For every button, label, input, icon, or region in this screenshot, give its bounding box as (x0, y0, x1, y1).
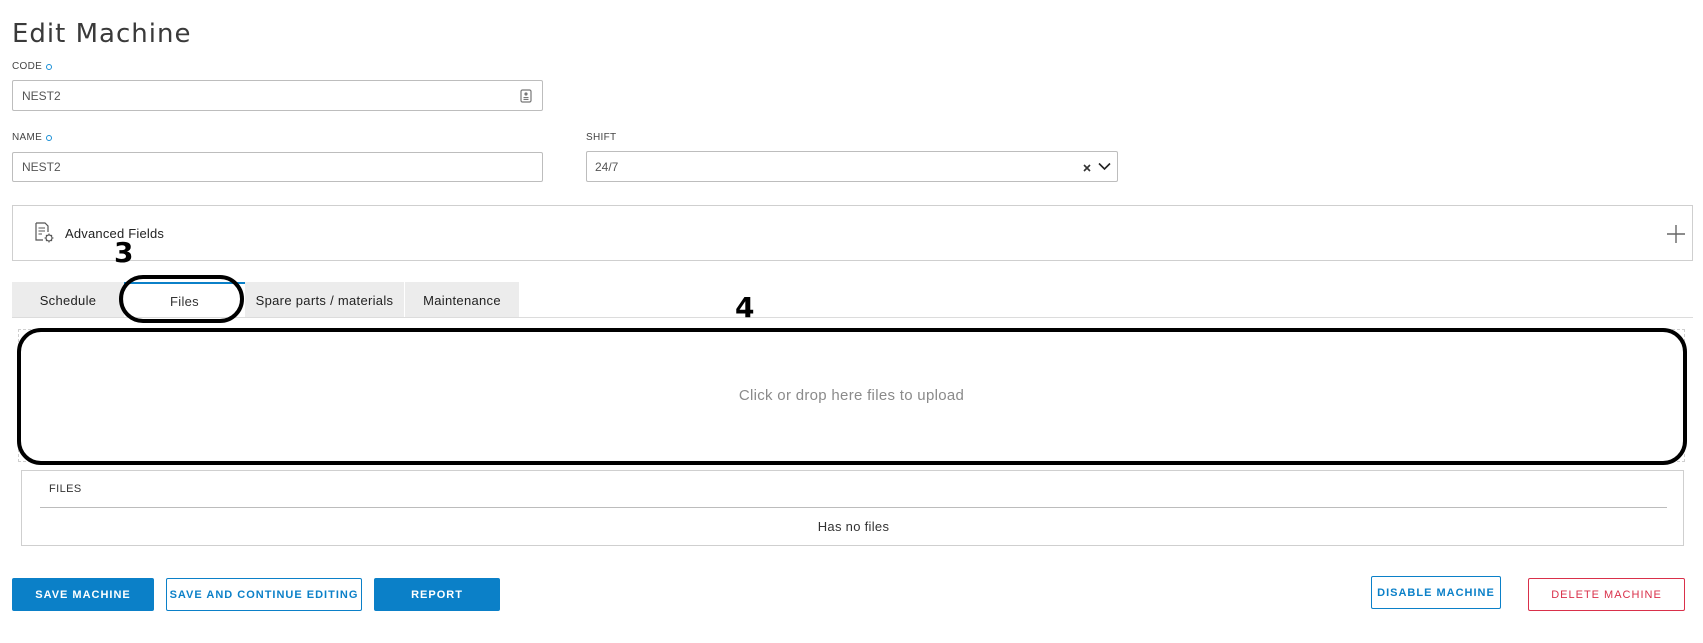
id-card-icon[interactable] (520, 89, 532, 103)
shift-label: SHIFT (586, 132, 616, 143)
files-table-header: FILES (49, 483, 82, 495)
tab-label: Maintenance (423, 292, 501, 308)
tab-label: Schedule (39, 292, 97, 308)
tab-maintenance[interactable]: Maintenance (405, 282, 519, 318)
shift-select[interactable]: 24/7 (586, 151, 1118, 182)
tab-label: Spare parts / materials (255, 292, 394, 308)
report-button[interactable]: REPORT (374, 578, 500, 611)
name-label-text: NAME (12, 132, 43, 143)
name-label: NAME (12, 132, 53, 143)
shift-value: 24/7 (595, 159, 619, 174)
page-title: Edit Machine (12, 19, 192, 50)
required-indicator-icon (46, 63, 53, 70)
annotation-highlight-files-tab (119, 275, 244, 323)
advanced-fields-panel[interactable]: Advanced Fields (12, 205, 1693, 261)
name-value: NEST2 (22, 160, 61, 174)
annotation-number-4: 4 (735, 291, 755, 324)
tab-spare-parts[interactable]: Spare parts / materials (245, 282, 404, 318)
tab-divider (12, 317, 1693, 318)
disable-machine-button[interactable]: DISABLE MACHINE (1371, 576, 1501, 609)
document-settings-icon (35, 222, 54, 243)
clear-icon[interactable] (1083, 164, 1091, 172)
required-indicator-icon (46, 134, 53, 141)
save-machine-button[interactable]: SAVE MACHINE (12, 578, 154, 611)
delete-machine-button[interactable]: DELETE MACHINE (1528, 578, 1685, 611)
chevron-down-icon[interactable] (1098, 162, 1111, 171)
annotation-highlight-dropzone (17, 328, 1687, 465)
name-input[interactable]: NEST2 (12, 152, 543, 182)
code-label-text: CODE (12, 61, 43, 72)
shift-label-text: SHIFT (586, 132, 617, 143)
code-label: CODE (12, 61, 53, 72)
tab-schedule[interactable]: Schedule (12, 282, 124, 318)
table-divider (40, 507, 1667, 508)
plus-icon[interactable] (1667, 225, 1685, 243)
files-empty-text: Has no files (817, 519, 890, 534)
code-value: NEST2 (22, 88, 61, 103)
files-table: FILES Has no files (21, 470, 1684, 546)
code-input[interactable]: NEST2 (12, 80, 543, 111)
save-and-continue-button[interactable]: SAVE AND CONTINUE EDITING (166, 578, 362, 611)
annotation-number-3: 3 (114, 236, 134, 269)
